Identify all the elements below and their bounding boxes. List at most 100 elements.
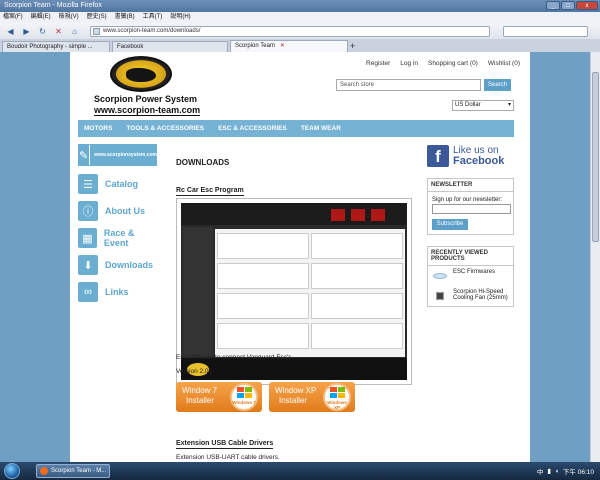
version-text: Version 2.01 (176, 368, 213, 375)
screenshot-plot (217, 263, 309, 289)
subscribe-button[interactable]: Subscribe (432, 219, 468, 230)
tab-facebook[interactable]: Facebook (112, 41, 228, 52)
system-tray: 中 ▮ ◖ 下午 06:10 (537, 462, 594, 480)
menu-bar: 檔案(F) 編輯(E) 檢視(V) 歷史(S) 書籤(B) 工具(T) 說明(H… (0, 12, 600, 23)
download-icon: ⬇ (78, 255, 98, 275)
login-link[interactable]: Log in (400, 60, 418, 67)
sidebar-item-race-event[interactable]: ▦ Race & Event (78, 227, 158, 249)
start-button-icon[interactable] (4, 463, 20, 479)
shopping-cart-link[interactable]: Shopping cart (0) (428, 60, 478, 67)
brand-name: Scorpion Power System (94, 94, 198, 104)
back-icon[interactable]: ◀ (4, 25, 17, 37)
windows-taskbar: Scorpion Team - M... 中 ▮ ◖ 下午 06:10 (0, 462, 600, 480)
screenshot-readout-1 (331, 209, 345, 221)
recent-item[interactable]: Scorpion Hi-Speed Cooling Fan (25mm) (428, 286, 513, 306)
fan-thumb-icon (431, 289, 449, 303)
sidebar-item-label: Links (105, 287, 129, 297)
screenshot-footer (181, 358, 407, 380)
sidebar-item-links[interactable]: ∞ Links (78, 281, 158, 303)
win7-installer-button[interactable]: Window 7 Installer Windows 7 (176, 382, 262, 412)
tab-label: Scorpion Team (235, 43, 275, 49)
screenshot-sidebar (183, 227, 213, 357)
nav-tools-accessories[interactable]: TOOLS & ACCESSORIES (126, 125, 204, 132)
taskbar-firefox-button[interactable]: Scorpion Team - M... (36, 464, 110, 478)
esc-description: Esc software to connect Vanguard Esc's. (176, 354, 294, 361)
tab-boudoir[interactable]: Boudoir Photography - simple ... (2, 41, 110, 52)
installer-badge: Windows 7 (232, 400, 256, 405)
esc-program-link[interactable]: Rc Car Esc Program (176, 187, 244, 196)
page-viewport: Scorpion Power System www.scorpion-team.… (0, 52, 600, 462)
nav-motors[interactable]: MOTORS (84, 125, 112, 132)
menu-tools[interactable]: 工具(T) (143, 12, 163, 23)
recent-item[interactable]: ESC Firmwares (428, 266, 513, 286)
page-title: DOWNLOADS (176, 158, 230, 167)
screenshot-plot (217, 323, 309, 349)
chevron-down-icon: ▾ (507, 102, 511, 108)
winxp-installer-button[interactable]: Window XP Installer Windows XP (269, 382, 355, 412)
register-link[interactable]: Register (366, 60, 390, 67)
site-badge[interactable]: ✎ www.scorpionsystem.com (78, 144, 157, 166)
stop-icon[interactable]: ✕ (52, 25, 65, 37)
newsletter-email-input[interactable] (432, 204, 511, 214)
address-bar[interactable]: www.scorpion-team.com/downloads/ (90, 25, 490, 37)
tab-close-icon[interactable]: × (281, 43, 285, 49)
facebook-line2: Facebook (453, 155, 505, 167)
currency-select[interactable]: US Dollar ▾ (452, 100, 514, 111)
maximize-button[interactable]: □ (561, 1, 575, 10)
sidebar-item-about-us[interactable]: ⓘ About Us (78, 200, 158, 222)
nav-esc-accessories[interactable]: ESC & ACCESSORIES (218, 125, 287, 132)
screenshot-plot-area (215, 229, 405, 357)
screenshot-plot (311, 293, 403, 319)
sidebar-item-downloads[interactable]: ⬇ Downloads (78, 254, 158, 276)
ime-indicator[interactable]: 中 (537, 466, 544, 476)
scrollbar-thumb[interactable] (592, 72, 599, 242)
wishlist-link[interactable]: Wishlist (0) (488, 60, 520, 67)
sidebar-item-label: Race & Event (103, 228, 135, 248)
facebook-like-banner[interactable]: f Like us on Facebook (427, 145, 512, 173)
search-button[interactable]: Search (484, 79, 511, 91)
windows-flag-icon (330, 387, 345, 398)
screenshot-plot (311, 263, 403, 289)
sidebar-item-catalog[interactable]: ☰ Catalog (78, 173, 158, 195)
usb-drivers-link[interactable]: Extension USB Cable Drivers (176, 440, 274, 449)
sidebar-item-label: Catalog (105, 179, 139, 189)
screenshot-readout-3 (371, 209, 385, 221)
menu-history[interactable]: 歷史(S) (87, 12, 107, 23)
reload-icon[interactable]: ↻ (36, 25, 49, 37)
menu-edit[interactable]: 編輯(E) (31, 12, 51, 23)
store-search-input[interactable]: Search store (336, 79, 481, 91)
info-icon: ⓘ (78, 201, 98, 221)
brand-url: www.scorpion-team.com (94, 105, 201, 116)
new-tab-icon[interactable]: + (350, 41, 364, 52)
installer-line1: Window 7 (182, 386, 218, 395)
network-icon[interactable]: ▮ (547, 467, 551, 475)
home-icon[interactable]: ⌂ (68, 25, 81, 37)
navigation-toolbar: ◀ ▶ ↻ ✕ ⌂ www.scorpion-team.com/download… (0, 23, 600, 39)
link-icon: ∞ (78, 282, 98, 302)
screenshot-plot (311, 233, 403, 259)
menu-file[interactable]: 檔案(F) (3, 12, 23, 23)
close-button[interactable]: x (576, 1, 598, 10)
nav-team-wear[interactable]: TEAM WEAR (301, 125, 341, 132)
newsletter-panel: NEWSLETTER Sign up for our newsletter: S… (427, 178, 514, 235)
tab-scorpion-team[interactable]: Scorpion Team × (230, 40, 348, 52)
browser-search-input[interactable] (503, 25, 588, 37)
installer-line1: Window XP (275, 386, 317, 395)
scorpion-mark-icon (126, 68, 156, 82)
scorpion-logo[interactable] (110, 56, 172, 92)
volume-icon[interactable]: ◖ (555, 468, 559, 475)
clock[interactable]: 下午 06:10 (563, 466, 594, 476)
sidebar-item-label: About Us (105, 206, 145, 216)
menu-view[interactable]: 檢視(V) (59, 12, 79, 23)
menu-help[interactable]: 說明(H) (170, 12, 190, 23)
windows-flag-icon (237, 387, 252, 398)
header-links: Register Log in Shopping cart (0) Wishli… (366, 60, 520, 67)
currency-value: US Dollar (455, 102, 481, 108)
usb-drivers-description: Extension USB-UART cable drivers. (176, 454, 280, 461)
site-favicon-icon (93, 27, 100, 35)
page-scrollbar[interactable] (590, 52, 600, 462)
recent-item-label: Scorpion Hi-Speed Cooling Fan (25mm) (453, 289, 508, 301)
forward-icon[interactable]: ▶ (20, 25, 33, 37)
minimize-button[interactable]: _ (546, 1, 560, 10)
menu-bookmarks[interactable]: 書籤(B) (115, 12, 135, 23)
